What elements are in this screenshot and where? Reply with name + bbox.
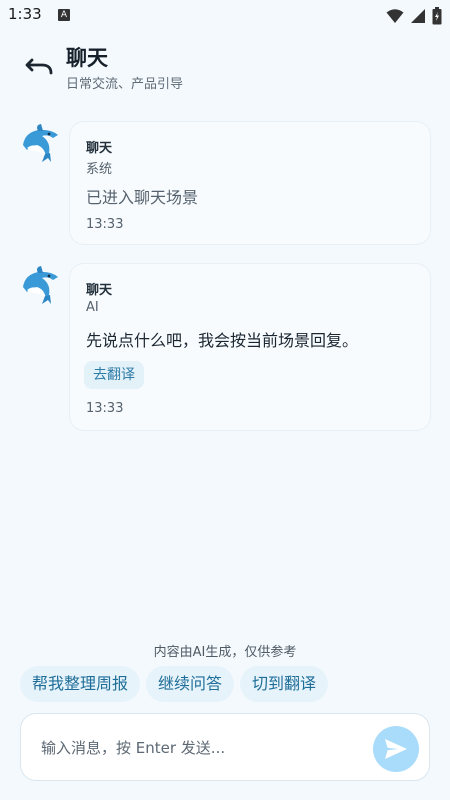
quick-replies: 帮我整理周报 继续问答 切到翻译 — [20, 666, 329, 702]
page-title: 聊天 — [66, 46, 108, 70]
message-text: 先说点什么吧，我会按当前场景回复。 — [86, 331, 359, 350]
message-bubble-system: 聊天 系统 已进入聊天场景 13:33 — [70, 122, 430, 244]
status-bar: 1:33 A — [0, 0, 450, 32]
ai-disclaimer: 内容由AI生成，仅供参考 — [153, 645, 297, 660]
message-sender: 聊天 — [86, 141, 113, 156]
message-role: 系统 — [86, 162, 113, 177]
send-button[interactable] — [373, 726, 419, 772]
message-text: 已进入聊天场景 — [86, 188, 199, 207]
message-input[interactable] — [41, 736, 361, 760]
dolphin-avatar-icon — [23, 124, 58, 162]
message-time: 13:33 — [86, 401, 124, 416]
notification-icon: A — [58, 9, 70, 21]
dolphin-avatar-icon — [23, 266, 58, 304]
message-role: AI — [86, 300, 99, 315]
battery-icon — [432, 7, 442, 25]
quick-reply-weekly-report[interactable]: 帮我整理周报 — [20, 666, 141, 702]
chat-screen: 1:33 A 聊天 日常交流、产品引导 聊天 系统 已进入聊天场景 13:33 … — [0, 0, 450, 800]
back-icon[interactable] — [24, 54, 54, 78]
wifi-icon — [386, 9, 404, 23]
message-time: 13:33 — [86, 217, 124, 232]
signal-icon — [411, 9, 425, 23]
quick-reply-translate[interactable]: 切到翻译 — [240, 666, 329, 702]
quick-reply-continue[interactable]: 继续问答 — [146, 666, 235, 702]
page-subtitle: 日常交流、产品引导 — [66, 77, 184, 92]
composer — [20, 713, 430, 781]
app-header: 聊天 日常交流、产品引导 — [0, 32, 450, 100]
message-sender: 聊天 — [86, 283, 113, 298]
status-icons — [386, 7, 442, 25]
status-time: 1:33 — [8, 5, 42, 23]
message-bubble-ai: 聊天 AI 先说点什么吧，我会按当前场景回复。 去翻译 13:33 — [70, 264, 430, 430]
paper-plane-icon — [385, 739, 407, 759]
translate-action-button[interactable]: 去翻译 — [84, 361, 144, 389]
